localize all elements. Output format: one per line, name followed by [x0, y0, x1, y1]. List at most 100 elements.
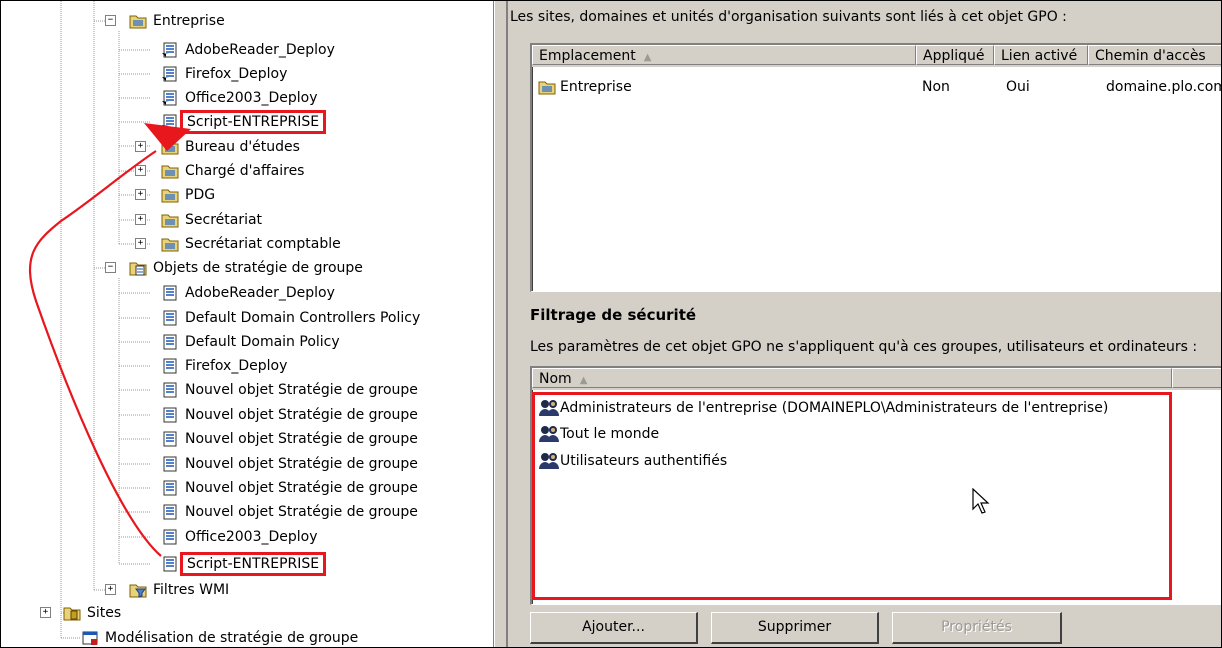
tree-item-entreprise[interactable]: Entreprise — [129, 11, 227, 31]
tree-item-ou[interactable]: PDG — [161, 185, 217, 205]
tree-item-label: Office2003_Deploy — [185, 90, 318, 106]
collapse-gpo-container-toggle[interactable]: − — [105, 262, 116, 273]
links-header: Emplacement ▲ Appliqué Lien activé Chemin… — [532, 45, 1221, 67]
gpo-link-icon — [162, 90, 177, 106]
tree-item-gpo[interactable]: Nouvel objet Stratégie de groupe — [161, 380, 420, 400]
gpo-tree-pane: − + + + + + − + + Entreprise AdobeReader… — [1, 1, 494, 647]
tree-item-script-entreprise-gpo[interactable]: Script-ENTREPRISE — [161, 552, 327, 576]
security-listview[interactable]: Nom ▲ Administrateurs de l'entreprise (DO… — [530, 366, 1221, 605]
tree-item-label: Script-ENTREPRISE — [179, 552, 327, 576]
tree-item-gpo[interactable]: Nouvel objet Stratégie de groupe — [161, 405, 420, 425]
tree-item-sites[interactable]: Sites — [63, 603, 123, 623]
tree-item-gpo[interactable]: Default Domain Controllers Policy — [161, 308, 422, 328]
tree-item-gpo[interactable]: Firefox_Deploy — [161, 356, 289, 376]
column-applique[interactable]: Appliqué — [916, 45, 994, 65]
tree-item-label: Default Domain Controllers Policy — [185, 310, 421, 326]
tree-item-gpo[interactable]: AdobeReader_Deploy — [161, 283, 337, 303]
column-extra[interactable] — [1172, 368, 1221, 388]
column-chemin[interactable]: Chemin d'accès — [1088, 45, 1221, 65]
security-principal: Tout le monde — [560, 426, 660, 442]
expand-secretariat-toggle[interactable]: + — [135, 214, 146, 225]
gpo-icon — [163, 310, 177, 326]
gpo-icon — [163, 529, 177, 545]
tree-item-label: Sites — [87, 605, 122, 621]
column-emplacement[interactable]: Emplacement ▲ — [532, 45, 916, 65]
mouse-cursor-icon — [972, 488, 990, 514]
tree-item-label: Firefox_Deploy — [185, 66, 288, 82]
tree-item-label: Nouvel objet Stratégie de groupe — [185, 504, 418, 520]
tree-item-label: AdobeReader_Deploy — [185, 285, 335, 301]
links-listview[interactable]: Emplacement ▲ Appliqué Lien activé Chemin… — [530, 43, 1221, 292]
tree-item-gpo-link[interactable]: Firefox_Deploy — [161, 64, 289, 84]
tree-item-label: Modélisation de stratégie de groupe — [105, 630, 359, 646]
links-caption: Les sites, domaines et unités d'organisa… — [510, 9, 1067, 25]
gpo-icon — [163, 456, 177, 472]
ou-folder-icon — [161, 214, 179, 228]
gpo-link-icon — [162, 114, 177, 130]
gpo-icon — [163, 334, 177, 350]
tree-item-label: Nouvel objet Stratégie de groupe — [185, 456, 418, 472]
ou-folder-icon — [161, 165, 179, 179]
tree-item-label: Secrétariat comptable — [185, 236, 341, 252]
tree-item-gp-modeling[interactable]: Modélisation de stratégie de groupe — [81, 628, 360, 647]
tree-item-label: Bureau d'études — [185, 139, 300, 155]
gpo-icon — [163, 431, 177, 447]
tree-item-ou[interactable]: Secrétariat comptable — [161, 234, 343, 254]
modeling-icon — [82, 631, 98, 645]
tree-item-gpo-container[interactable]: Objets de stratégie de groupe — [129, 258, 365, 278]
expand-sites-toggle[interactable]: + — [40, 607, 51, 618]
tree-item-gpo[interactable]: Nouvel objet Stratégie de groupe — [161, 502, 420, 522]
properties-button[interactable]: Propriétés — [892, 612, 1062, 644]
expand-bureau-toggle[interactable]: + — [135, 141, 146, 152]
link-row[interactable]: Entreprise Non Oui domaine.plo.com — [532, 77, 1221, 97]
tree-item-wmi-filters[interactable]: Filtres WMI — [129, 580, 231, 600]
ou-folder-icon — [129, 15, 147, 29]
gpo-icon — [163, 407, 177, 423]
tree-item-ou[interactable]: Secrétariat — [161, 210, 264, 230]
security-principal: Utilisateurs authentifiés — [560, 453, 728, 469]
sort-ascending-icon: ▲ — [643, 52, 652, 63]
tree-item-gpo[interactable]: Office2003_Deploy — [161, 527, 320, 547]
link-location: Entreprise — [560, 79, 632, 95]
tree-item-gpo[interactable]: Default Domain Policy — [161, 332, 342, 352]
gpo-container-icon — [129, 262, 147, 276]
tree-item-ou[interactable]: Chargé d'affaires — [161, 161, 306, 181]
security-row[interactable]: Tout le monde — [538, 424, 659, 444]
user-group-icon — [539, 400, 559, 416]
tree-item-script-entreprise-link[interactable]: Script-ENTREPRISE — [161, 110, 327, 134]
security-caption: Les paramètres de cet objet GPO ne s'app… — [530, 339, 1198, 355]
tree-item-gpo-link[interactable]: AdobeReader_Deploy — [161, 40, 337, 60]
collapse-entreprise-toggle[interactable]: − — [105, 15, 116, 26]
tree-item-gpo[interactable]: Nouvel objet Stratégie de groupe — [161, 429, 420, 449]
expand-pdg-toggle[interactable]: + — [135, 189, 146, 200]
expand-charge-toggle[interactable]: + — [135, 165, 146, 176]
gpo-icon — [163, 382, 177, 398]
user-group-icon — [539, 453, 559, 469]
expand-wmi-toggle[interactable]: + — [105, 584, 116, 595]
tree-item-gpo[interactable]: Nouvel objet Stratégie de groupe — [161, 478, 420, 498]
tree-item-label: PDG — [185, 187, 216, 203]
user-group-icon — [539, 426, 559, 442]
tree-item-label: Filtres WMI — [153, 582, 230, 598]
sort-ascending-icon: ▲ — [579, 375, 588, 386]
gpo-icon — [163, 358, 177, 374]
security-row[interactable]: Utilisateurs authentifiés — [538, 451, 727, 471]
tree-item-ou[interactable]: Bureau d'études — [161, 137, 302, 157]
security-row[interactable]: Administrateurs de l'entreprise (DOMAINE… — [538, 398, 1108, 418]
remove-button[interactable]: Supprimer — [711, 612, 879, 644]
tree-item-gpo-link[interactable]: Office2003_Deploy — [161, 88, 320, 108]
tree-item-label: Nouvel objet Stratégie de groupe — [185, 480, 418, 496]
wmi-filter-icon — [129, 584, 147, 598]
tree-item-gpo[interactable]: Nouvel objet Stratégie de groupe — [161, 454, 420, 474]
add-button[interactable]: Ajouter... — [530, 612, 698, 644]
tree-item-label: Nouvel objet Stratégie de groupe — [185, 431, 418, 447]
gpmc-window: − + + + + + − + + Entreprise AdobeReader… — [0, 0, 1222, 648]
ou-folder-icon — [161, 141, 179, 155]
column-nom[interactable]: Nom ▲ — [532, 368, 1172, 388]
tree-item-label: Office2003_Deploy — [185, 529, 318, 545]
gpo-link-icon — [162, 66, 177, 82]
column-lien-active[interactable]: Lien activé — [994, 45, 1088, 65]
tree-item-label: Firefox_Deploy — [185, 358, 288, 374]
tree-item-label: Default Domain Policy — [185, 334, 340, 350]
expand-secretariat-comptable-toggle[interactable]: + — [135, 238, 146, 249]
